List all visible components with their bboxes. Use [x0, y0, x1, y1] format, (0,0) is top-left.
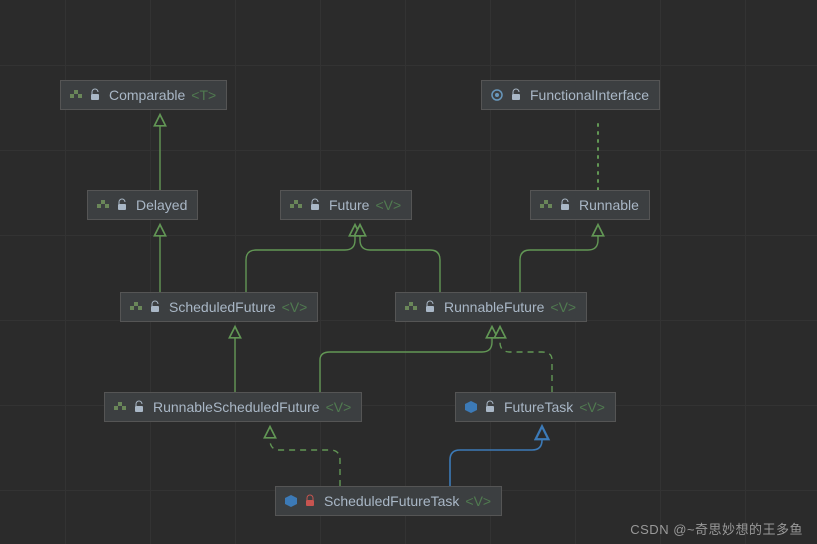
unlock-icon [149, 300, 163, 314]
node-label: Future [329, 197, 369, 213]
node-label: ScheduledFutureTask [324, 493, 459, 509]
interface-icon [69, 88, 83, 102]
node-label: RunnableFuture [444, 299, 544, 315]
unlock-icon [133, 400, 147, 414]
annotation-icon [490, 88, 504, 102]
node-generic: <V> [375, 197, 401, 213]
interface-icon [113, 400, 127, 414]
node-functional-interface[interactable]: FunctionalInterface [481, 80, 660, 110]
node-runnable-future[interactable]: RunnableFuture <V> [395, 292, 587, 322]
node-comparable[interactable]: Comparable <T> [60, 80, 227, 110]
lock-icon [304, 494, 318, 508]
unlock-icon [116, 198, 130, 212]
watermark-text: CSDN @~奇思妙想的王多鱼 [630, 519, 803, 538]
node-runnable[interactable]: Runnable [530, 190, 650, 220]
interface-icon [96, 198, 110, 212]
unlock-icon [309, 198, 323, 212]
interface-icon [404, 300, 418, 314]
interface-icon [129, 300, 143, 314]
node-generic: <V> [326, 399, 352, 415]
node-label: FutureTask [504, 399, 573, 415]
node-delayed[interactable]: Delayed [87, 190, 198, 220]
node-label: Comparable [109, 87, 185, 103]
node-generic: <V> [282, 299, 308, 315]
interface-icon [289, 198, 303, 212]
node-label: FunctionalInterface [530, 87, 649, 103]
node-scheduled-future-task[interactable]: ScheduledFutureTask <V> [275, 486, 502, 516]
interface-icon [539, 198, 553, 212]
unlock-icon [484, 400, 498, 414]
node-generic: <V> [550, 299, 576, 315]
unlock-icon [424, 300, 438, 314]
node-label: Runnable [579, 197, 639, 213]
node-generic: <V> [465, 493, 491, 509]
node-generic: <V> [579, 399, 605, 415]
unlock-icon [510, 88, 524, 102]
node-future-task[interactable]: FutureTask <V> [455, 392, 616, 422]
unlock-icon [559, 198, 573, 212]
node-generic: <T> [191, 87, 216, 103]
node-label: RunnableScheduledFuture [153, 399, 320, 415]
node-future[interactable]: Future <V> [280, 190, 412, 220]
class-icon [464, 400, 478, 414]
node-label: Delayed [136, 197, 187, 213]
unlock-icon [89, 88, 103, 102]
node-runnable-scheduled-future[interactable]: RunnableScheduledFuture <V> [104, 392, 362, 422]
node-scheduled-future[interactable]: ScheduledFuture <V> [120, 292, 318, 322]
class-icon [284, 494, 298, 508]
node-label: ScheduledFuture [169, 299, 276, 315]
